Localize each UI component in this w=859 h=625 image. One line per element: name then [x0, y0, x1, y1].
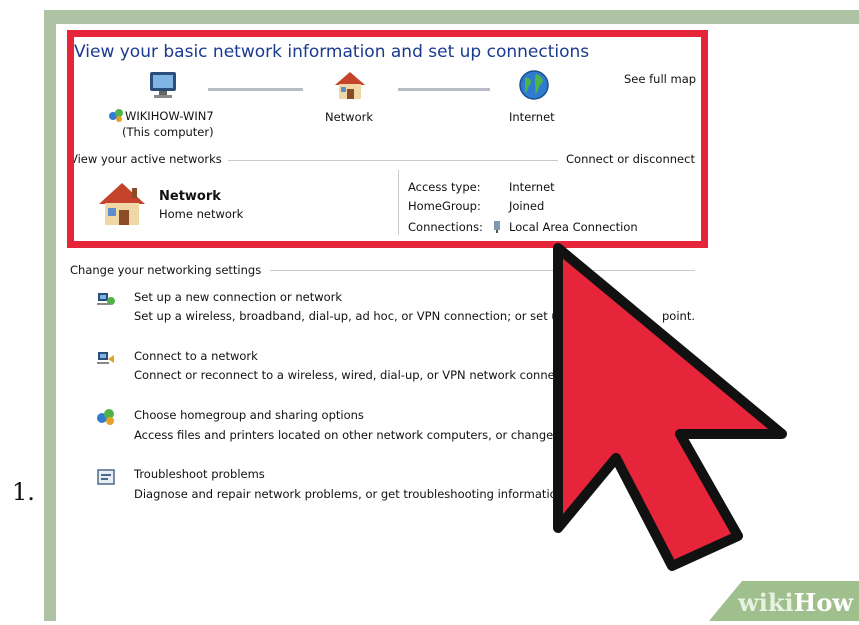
troubleshoot-description: Diagnose and repair network problems, or…	[134, 487, 564, 501]
setup-connection-link[interactable]: Set up a new connection or network	[134, 290, 342, 304]
homegroup-sharing-link[interactable]: Choose homegroup and sharing options	[134, 408, 364, 422]
list-number: 1.	[12, 478, 35, 506]
connect-network-icon	[97, 352, 114, 364]
setup-connection-description: Set up a wireless, broadband, dial-up, a…	[134, 309, 566, 323]
highlight-box	[67, 30, 708, 248]
troubleshoot-icon	[97, 469, 115, 485]
troubleshoot-link[interactable]: Troubleshoot problems	[134, 467, 265, 481]
connect-to-network-link[interactable]: Connect to a network	[134, 349, 258, 363]
settings-header: Change your networking settings	[70, 263, 262, 277]
homegroup-sharing-description: Access files and printers located on oth…	[134, 428, 571, 442]
new-connection-icon	[97, 293, 115, 305]
watermark-wiki: wiki	[738, 588, 794, 617]
homegroup-icon	[97, 409, 114, 425]
connect-to-network-description: Connect or reconnect to a wireless, wire…	[134, 368, 566, 382]
watermark-how: How	[793, 588, 853, 617]
cursor-arrow-icon	[553, 243, 787, 571]
